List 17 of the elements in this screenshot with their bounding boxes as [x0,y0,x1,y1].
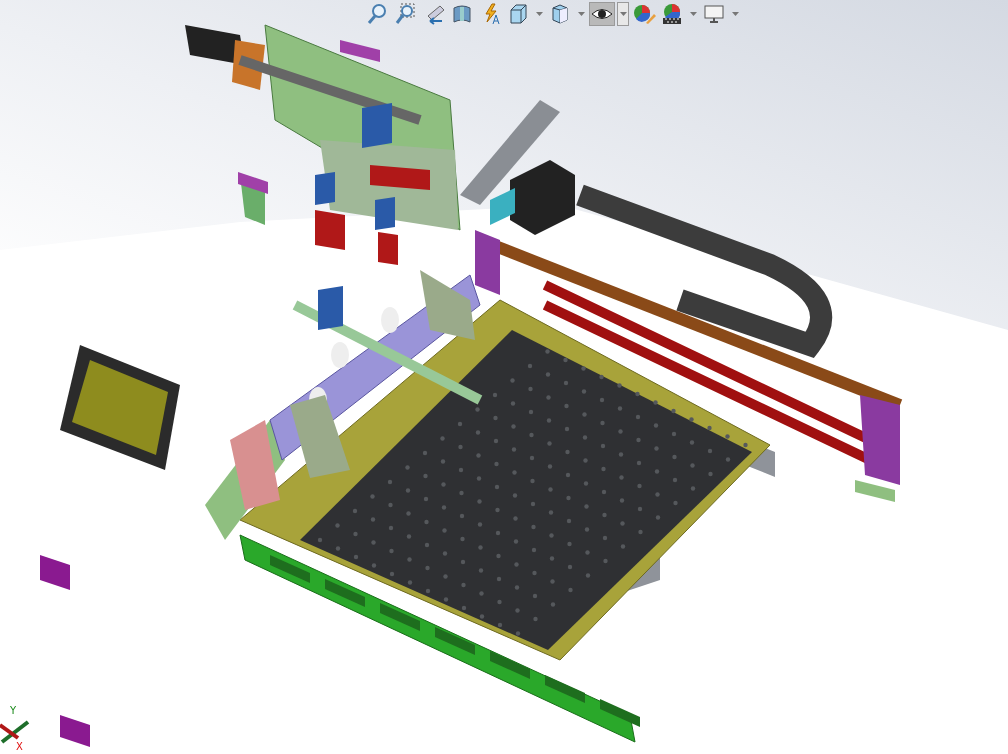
view-settings-button[interactable] [701,2,727,26]
view-settings-icon [702,2,726,26]
caret-icon [535,12,543,16]
caret-icon [689,12,697,16]
dropdown-button[interactable] [617,2,629,26]
appearance-icon [632,2,656,26]
zoom-area-icon [394,2,418,26]
caret-icon [619,12,627,16]
x-axis-label: X [16,741,23,752]
caret-icon [731,12,739,16]
section-view-icon [450,2,474,26]
y-axis-label: Y [10,705,17,716]
appearance-button[interactable] [631,2,657,26]
axis-triad-drawing [0,720,30,744]
scene-icon [660,2,684,26]
caret-icon [577,12,585,16]
hide-show-button[interactable] [589,2,615,26]
